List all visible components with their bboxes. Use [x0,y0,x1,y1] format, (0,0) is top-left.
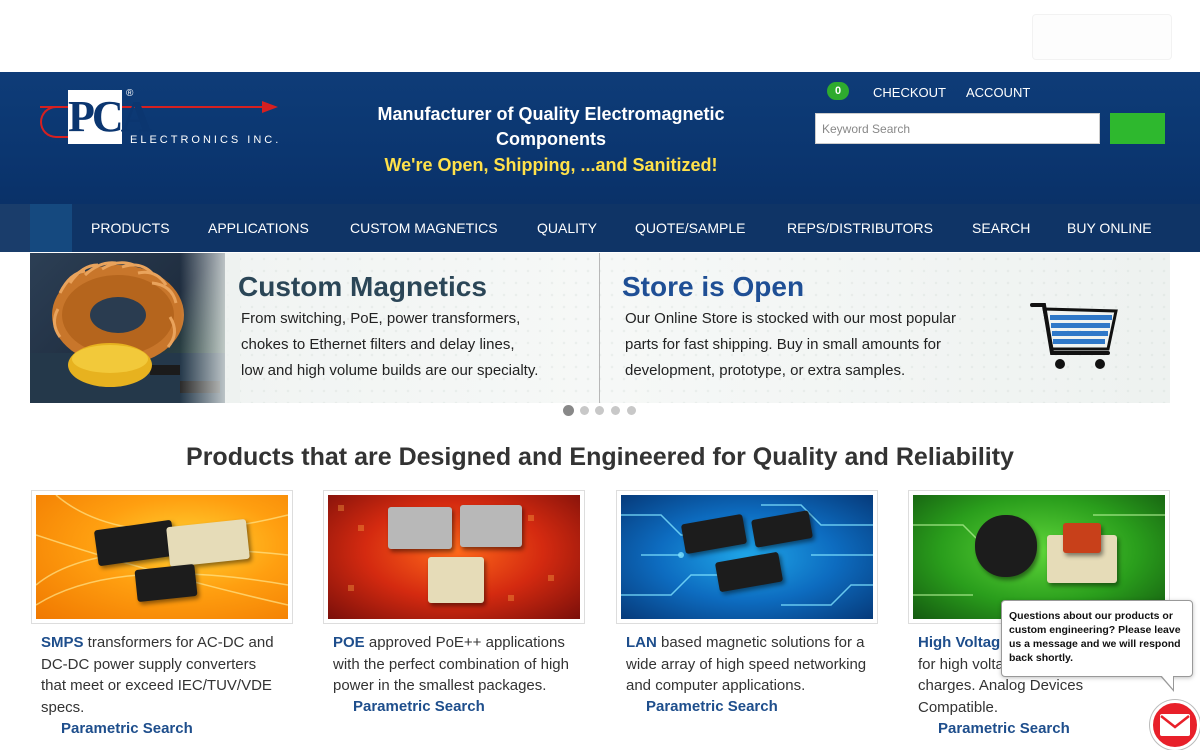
chat-message-bubble[interactable]: Questions about our products or custom e… [1001,600,1193,677]
poe-description: POE approved PoE++ applications with the… [333,632,581,697]
pca-logo[interactable]: PCA ® ELECTRONICS INC. [40,88,285,154]
search-button[interactable] [1110,113,1165,144]
banner-right-title: Store is Open [622,271,805,302]
tagline-open-notice: We're Open, Shipping, ...and Sanitized! [384,155,718,175]
banner-left-title: Custom Magnetics [238,271,487,302]
lan-image[interactable] [616,490,878,624]
slider-dot-1[interactable] [563,405,574,416]
smps-text-line: specs. [41,698,85,716]
smps-text-line: DC-DC power supply converters [41,655,257,673]
high-voltage-text-line: charges. Analog Devices [918,677,1084,694]
tagline-line2: Components [496,129,606,149]
poe-keyword-link[interactable]: POE [333,634,365,651]
poe-text-line: with the perfect combination of high [333,655,569,673]
lan-keyword-link[interactable]: LAN [626,634,657,651]
nav-item-products[interactable]: PRODUCTS [91,204,170,252]
banner-left-line: From switching, PoE, power transformers, [241,310,521,327]
cart-count-badge[interactable]: 0 [827,82,849,100]
banner-left-line: low and high volume builds are our speci… [241,362,539,379]
lan-description: LAN based magnetic solutions for a wide … [626,632,874,697]
banner-divider [599,253,600,403]
products-section-title: Products that are Designed and Engineere… [186,443,1014,471]
lan-text-line: and computer applications. [626,677,806,694]
keyword-search-input[interactable] [815,113,1100,144]
logo-subtitle: ELECTRONICS INC. [130,134,282,146]
account-link[interactable]: ACCOUNT [966,85,1030,100]
smps-text-line: transformers for AC-DC and [83,634,274,651]
envelope-icon [1160,714,1190,736]
nav-item-quality[interactable]: QUALITY [537,204,597,252]
lan-text-line: based magnetic solutions for a [656,634,865,651]
poe-text-line: approved PoE++ applications [364,634,565,651]
poe-parametric-search-link[interactable]: Parametric Search [353,698,485,715]
slider-dot-4[interactable] [611,406,620,415]
hero-banner[interactable]: Custom Magnetics From switching, PoE, po… [30,253,1170,403]
nav-item-custom-magnetics[interactable]: CUSTOM MAGNETICS [350,204,498,252]
nav-item-quote-sample[interactable]: QUOTE/SAMPLE [635,204,745,252]
chat-launcher-button[interactable] [1150,700,1200,750]
logo-mark-text: PCA [68,92,152,141]
chat-bubble-tail-inner [1161,675,1173,689]
tagline-line1: Manufacturer of Quality Electromagnetic [377,104,725,124]
site-header: PCA ® ELECTRONICS INC. Manufacturer of Q… [0,72,1200,204]
header-tagline: Manufacturer of Quality Electromagnetic … [360,102,742,178]
top-bar [0,0,1200,72]
high-voltage-text-line: for high volta [918,655,1004,673]
shopping-cart-icon [1030,303,1118,369]
main-nav: PRODUCTS APPLICATIONS CUSTOM MAGNETICS Q… [0,204,1200,252]
smps-description: SMPS transformers for AC-DC and DC-DC po… [41,632,289,718]
high-voltage-keyword-link[interactable]: High Voltag [918,634,1000,651]
nav-item-applications[interactable]: APPLICATIONS [208,204,309,252]
logo-registered-mark: ® [126,88,134,99]
poe-text-line: power in the smallest packages. [333,677,547,694]
nav-item-buy-online[interactable]: BUY ONLINE [1067,204,1152,252]
smps-text-line: that meet or exceed IEC/TUV/VDE [41,677,272,694]
banner-right-text: Our Online Store is stocked with our mos… [625,306,956,384]
banner-left-line: chokes to Ethernet filters and delay lin… [241,336,515,353]
smps-parametric-search-link[interactable]: Parametric Search [61,720,193,737]
nav-home-tab[interactable] [30,204,72,252]
slider-dot-2[interactable] [580,406,589,415]
banner-right-line: development, prototype, or extra samples… [625,362,906,379]
slider-dot-3[interactable] [595,406,604,415]
banner-right-line: parts for fast shipping. Buy in small am… [625,336,941,353]
banner-right-line: Our Online Store is stocked with our mos… [625,310,956,327]
banner-image-fade [180,253,240,403]
poe-image[interactable] [323,490,585,624]
smps-image[interactable] [31,490,293,624]
lan-text-line: wide array of high speed networking [626,655,867,673]
checkout-link[interactable]: CHECKOUT [873,85,946,100]
high-voltage-parametric-search-link[interactable]: Parametric Search [938,720,1070,737]
high-voltage-text-line: Compatible. [918,698,999,716]
nav-item-search[interactable]: SEARCH [972,204,1030,252]
top-bar-placeholder [1032,14,1172,60]
lan-parametric-search-link[interactable]: Parametric Search [646,698,778,715]
smps-keyword-link[interactable]: SMPS [41,634,84,651]
slider-dot-5[interactable] [627,406,636,415]
logo-red-tip [262,101,278,113]
nav-item-reps-distributors[interactable]: REPS/DISTRIBUTORS [787,204,933,252]
banner-left-text: From switching, PoE, power transformers,… [241,306,538,384]
